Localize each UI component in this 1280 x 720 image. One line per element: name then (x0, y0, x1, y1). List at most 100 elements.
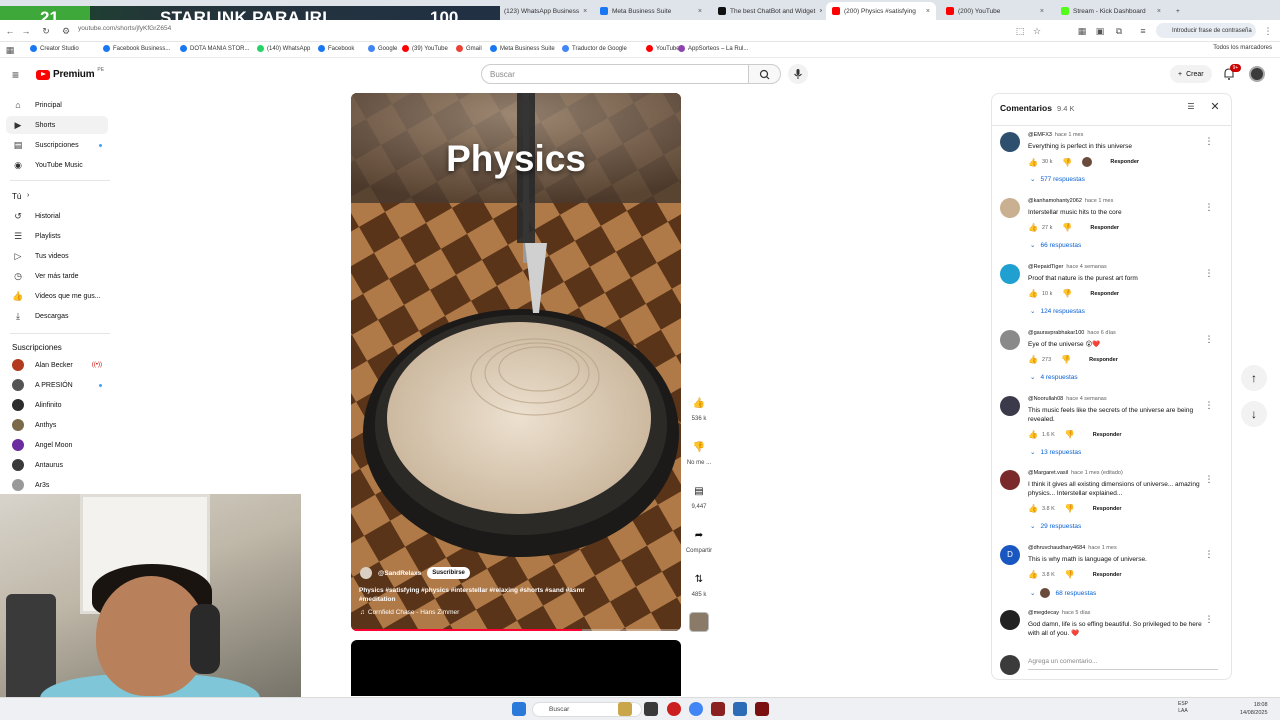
tab-close-icon[interactable]: × (1040, 8, 1044, 15)
comments-action[interactable]: ▤ 9,447 (683, 482, 715, 510)
install-icon[interactable]: ⬚ (1014, 25, 1026, 37)
reply-button[interactable]: Responder (1090, 225, 1119, 231)
channel-avatar[interactable] (360, 567, 372, 579)
bookmark-item[interactable]: YouTube (646, 45, 680, 52)
bookmark-item[interactable]: AppSorteos – La Rul... (678, 45, 748, 52)
commenter-avatar[interactable] (1000, 470, 1020, 490)
comment-more-icon[interactable]: ⋮ (1204, 614, 1214, 625)
sidebar-item[interactable]: ↺ Historial (6, 207, 108, 225)
comment-time[interactable]: hace 1 mes (editado) (1071, 470, 1123, 476)
like-icon[interactable]: 👍 (1028, 289, 1038, 298)
commenter-avatar[interactable] (1000, 330, 1020, 350)
comment-time[interactable]: hace 4 semanas (1066, 396, 1106, 402)
video-progress-bar[interactable] (351, 629, 681, 631)
subscription-item[interactable]: Angel Moon (6, 436, 108, 454)
browser-tab[interactable]: Meta Business Suite × (594, 2, 708, 20)
widgets-icon[interactable] (618, 702, 632, 716)
like-icon[interactable]: 👍 (1028, 504, 1038, 513)
commenter-avatar[interactable] (1000, 198, 1020, 218)
reply-button[interactable]: Responder (1090, 291, 1119, 297)
sidebar-item[interactable]: ⌂ Principal (6, 96, 108, 114)
dislike-action[interactable]: 👎 No me ... (683, 438, 715, 466)
like-icon[interactable]: 👍 (1028, 430, 1038, 439)
sidebar-item[interactable]: ▤ Suscripciones (6, 136, 108, 154)
comment-author[interactable]: @kanhamohanty2062 (1028, 198, 1082, 204)
url-field[interactable]: youtube.com/shorts/jfyKfGrZ654 (78, 25, 171, 32)
comment-author[interactable]: @gauravprabhakar100 (1028, 330, 1084, 336)
comment-more-icon[interactable]: ⋮ (1204, 549, 1214, 560)
extension-icon-2[interactable]: ▣ (1094, 25, 1106, 37)
dislike-icon[interactable]: 👎 (689, 438, 709, 458)
like-icon[interactable]: 👍 (1028, 355, 1038, 364)
tab-close-icon[interactable]: × (926, 8, 930, 15)
close-icon[interactable]: ✕ (1208, 100, 1222, 114)
remix-icon[interactable]: ⇅ (689, 570, 709, 590)
reply-button[interactable]: Responder (1110, 159, 1139, 165)
like-action[interactable]: 👍 536 k (683, 394, 715, 422)
subscription-item[interactable]: A PRESIÓN (6, 376, 108, 394)
view-replies-button[interactable]: ⌄ 66 respuestas (1030, 241, 1081, 250)
music-row[interactable]: ♫ Cornfield Chase - Hans Zimmer (360, 609, 459, 616)
view-replies-button[interactable]: ⌄ 29 respuestas (1030, 522, 1081, 531)
start-icon[interactable] (512, 702, 526, 716)
comment-author[interactable]: @Margaret.vasil (1028, 470, 1068, 476)
browser-tab[interactable]: (200) Physics #satisfying × (826, 2, 936, 20)
sidebar-item[interactable]: ⤓ Descargas (6, 307, 108, 325)
view-replies-button[interactable]: ⌄ 13 respuestas (1030, 448, 1081, 457)
comment-more-icon[interactable]: ⋮ (1204, 202, 1214, 213)
dislike-icon[interactable]: 👎 (1062, 158, 1072, 167)
menu-icon[interactable]: ≡ (12, 68, 19, 82)
forward-icon[interactable]: → (20, 25, 32, 37)
sidebar-item[interactable]: 👍 Videos que me gus... (6, 287, 108, 305)
comment-more-icon[interactable]: ⋮ (1204, 334, 1214, 345)
subscription-item[interactable]: Anthys (6, 416, 108, 434)
comment-time[interactable]: hace 6 días (1087, 330, 1115, 336)
view-replies-button[interactable]: ⌄ 577 respuestas (1030, 175, 1085, 184)
comment-time[interactable]: hace 4 semanas (1066, 264, 1106, 270)
next-short-preview[interactable] (351, 640, 681, 696)
app-icon-2[interactable] (755, 702, 769, 716)
comment-icon[interactable]: ▤ (689, 482, 709, 502)
subscription-item[interactable]: Alinfinito (6, 396, 108, 414)
bookmark-item[interactable]: Traductor de Google (562, 45, 627, 52)
browser-tab[interactable]: (123) WhatsApp Business × (486, 2, 590, 20)
commenter-avatar[interactable] (1000, 132, 1020, 152)
comment-author[interactable]: @megdecay (1028, 610, 1059, 616)
browser-tab[interactable]: (200) YouTube × (940, 2, 1050, 20)
browser-tab[interactable]: The best ChatBot and Widget × (712, 2, 822, 20)
comment-author[interactable]: @EMFX3 (1028, 132, 1052, 138)
input-language[interactable]: ESP LAA (1178, 701, 1188, 715)
extension-icon[interactable]: ▦ (1076, 25, 1088, 37)
like-icon[interactable]: 👍 (1028, 223, 1038, 232)
commenter-avatar[interactable] (1000, 610, 1020, 630)
bookmark-item[interactable]: DOTA MANIA STOR... (180, 45, 249, 52)
comment-more-icon[interactable]: ⋮ (1204, 474, 1214, 485)
previous-short-button[interactable]: ↑ (1241, 365, 1267, 391)
password-chip[interactable]: Introducir frase de contraseña (1156, 23, 1256, 38)
like-icon[interactable]: 👍 (689, 394, 709, 414)
reply-button[interactable]: Responder (1093, 506, 1122, 512)
sidebar-item[interactable]: ▶ Shorts (6, 116, 108, 134)
sidebar-item[interactable]: ◷ Ver más tarde (6, 267, 108, 285)
sidebar-heading-you[interactable]: Tú (12, 192, 21, 201)
youtube-logo[interactable]: Premium PE (36, 67, 104, 80)
tab-close-icon[interactable]: × (819, 8, 822, 15)
new-tab-icon[interactable]: + (1170, 2, 1184, 20)
bookmark-item[interactable]: Facebook Business... (103, 45, 170, 52)
commenter-avatar[interactable] (1000, 396, 1020, 416)
comment-author[interactable]: @Noorullah08 (1028, 396, 1063, 402)
shorts-video-player[interactable]: Physics @SandRelaxs Suscribirse Physics … (351, 93, 681, 631)
comment-time[interactable]: hace 1 mes (1085, 198, 1113, 204)
app-icon[interactable] (711, 702, 725, 716)
like-icon[interactable]: 👍 (1028, 570, 1038, 579)
remix-action[interactable]: ⇅ 485 k (683, 570, 715, 598)
dislike-icon[interactable]: 👎 (1062, 289, 1072, 298)
extensions-puzzle-icon[interactable]: ⧉ (1113, 25, 1125, 37)
tab-close-icon[interactable]: × (1157, 8, 1161, 15)
browser-tab[interactable]: Stream - Kick Dashboard × (1055, 2, 1167, 20)
chrome-icon[interactable] (689, 702, 703, 716)
commenter-avatar[interactable]: D (1000, 545, 1020, 565)
view-replies-button[interactable]: ⌄ 4 respuestas (1030, 373, 1078, 382)
view-replies-button[interactable]: ⌄ 68 respuestas (1030, 588, 1096, 598)
sort-icon[interactable]: ☰ (1185, 102, 1197, 114)
